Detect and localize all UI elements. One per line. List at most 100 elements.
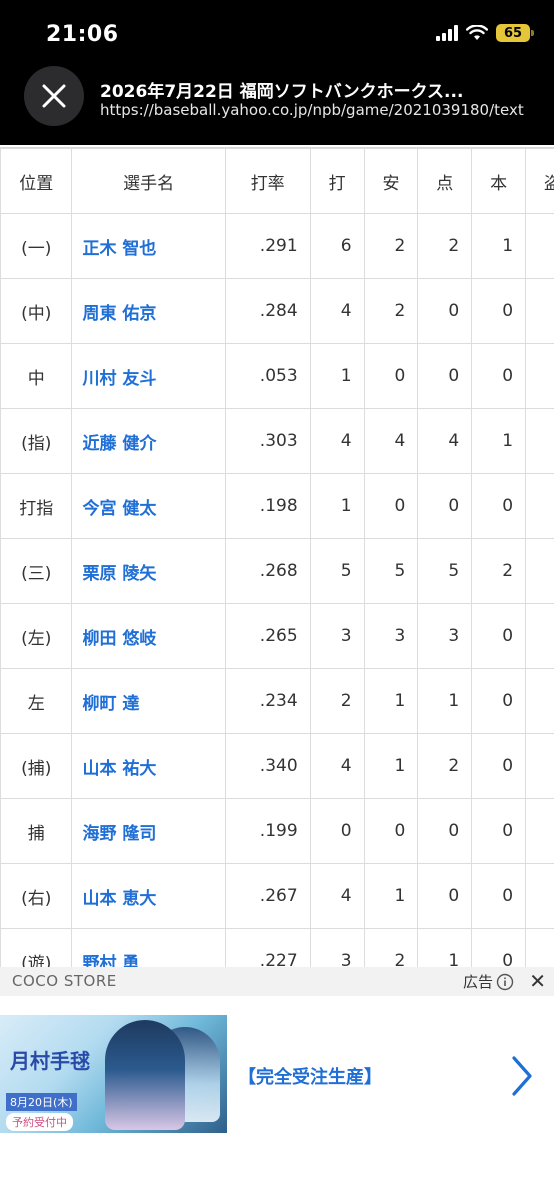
status-icons: 65 <box>436 24 534 42</box>
battery-level: 65 <box>503 25 523 41</box>
player-name-link[interactable]: 近藤 健介 <box>71 408 226 474</box>
player-name-link[interactable]: 正木 智也 <box>71 213 226 279</box>
player-name-link[interactable]: 野村 勇 <box>71 928 226 967</box>
cell-stolen-bases: 0 <box>525 798 554 864</box>
cell-home-runs: 1 <box>471 213 527 279</box>
cell-hits: 2 <box>363 278 419 344</box>
ad-brand: COCO STORE <box>12 972 117 990</box>
ad-image-date: 8月20日(木) <box>6 1093 77 1111</box>
cell-at-bats: 1 <box>309 473 365 539</box>
cell-rbi: 1 <box>417 668 473 734</box>
chevron-right-icon[interactable] <box>510 1054 534 1098</box>
cell-at-bats: 1 <box>309 343 365 409</box>
cell-hits: 5 <box>363 538 419 604</box>
player-name-link[interactable]: 周東 佑京 <box>71 278 226 344</box>
cell-stolen-bases: 0 <box>525 213 554 279</box>
player-name-link[interactable]: 海野 隆司 <box>71 798 226 864</box>
cell-home-runs: 0 <box>471 928 527 967</box>
cell-home-runs: 2 <box>471 538 527 604</box>
table-row: (中)周東 佑京.28442000 <box>0 278 554 344</box>
cell-hits: 0 <box>363 798 419 864</box>
cell-rbi: 2 <box>417 213 473 279</box>
ad-image[interactable]: 月村手毬 8月20日(木) 予約受付中 <box>0 1015 227 1133</box>
cell-batting-average: .199 <box>224 798 311 864</box>
cell-batting-average: .234 <box>224 668 311 734</box>
cell-stolen-bases: 0 <box>525 603 554 669</box>
cell-batting-average: .265 <box>224 603 311 669</box>
header-hits: 安 <box>363 148 419 214</box>
cell-batting-average: .267 <box>224 863 311 929</box>
batting-stats-table-container[interactable]: 位置 選手名 打率 打 安 点 本 盗 (一)正木 智也.29162210(中)… <box>0 147 554 967</box>
cell-stolen-bases: 0 <box>525 538 554 604</box>
header-stolen-bases: 盗 <box>525 148 554 214</box>
table-row: 中川村 友斗.05310000 <box>0 343 554 409</box>
cell-position: 打指 <box>0 473 73 539</box>
cell-stolen-bases: 0 <box>525 863 554 929</box>
cell-batting-average: .198 <box>224 473 311 539</box>
player-name-link[interactable]: 川村 友斗 <box>71 343 226 409</box>
ad-image-title: 月村手毬 <box>10 1049 90 1073</box>
cell-at-bats: 4 <box>309 278 365 344</box>
header-home-runs: 本 <box>471 148 527 214</box>
cell-home-runs: 0 <box>471 603 527 669</box>
wifi-icon <box>466 25 488 40</box>
cell-rbi: 0 <box>417 343 473 409</box>
cell-home-runs: 0 <box>471 798 527 864</box>
cell-at-bats: 3 <box>309 603 365 669</box>
player-name-link[interactable]: 柳田 悠岐 <box>71 603 226 669</box>
ad-banner[interactable]: 月村手毬 8月20日(木) 予約受付中 【完全受注生産】 <box>0 996 554 1200</box>
cell-position: (左) <box>0 603 73 669</box>
cell-at-bats: 2 <box>309 668 365 734</box>
cell-stolen-bases: 0 <box>525 408 554 474</box>
close-icon <box>42 84 66 108</box>
cell-rbi: 5 <box>417 538 473 604</box>
cell-rbi: 1 <box>417 928 473 967</box>
cell-position: (捕) <box>0 733 73 799</box>
player-name-link[interactable]: 山本 恵大 <box>71 863 226 929</box>
header-at-bats: 打 <box>309 148 365 214</box>
ad-label[interactable]: 広告 <box>463 971 514 992</box>
cell-home-runs: 0 <box>471 733 527 799</box>
player-name-link[interactable]: 今宮 健太 <box>71 473 226 539</box>
table-row: (捕)山本 祐大.34041200 <box>0 733 554 799</box>
cell-hits: 3 <box>363 603 419 669</box>
ad-header: COCO STORE 広告 ✕ <box>0 967 554 996</box>
ad-close-icon[interactable]: ✕ <box>529 969 546 993</box>
table-row: (遊)野村 勇.22732100 <box>0 928 554 967</box>
cell-batting-average: .227 <box>224 928 311 967</box>
close-button[interactable] <box>24 66 84 126</box>
cell-rbi: 0 <box>417 473 473 539</box>
cell-position: (右) <box>0 863 73 929</box>
table-row: (三)栗原 陵矢.26855520 <box>0 538 554 604</box>
cell-position: (中) <box>0 278 73 344</box>
cell-home-runs: 0 <box>471 343 527 409</box>
cell-home-runs: 0 <box>471 278 527 344</box>
player-name-link[interactable]: 山本 祐大 <box>71 733 226 799</box>
cell-home-runs: 0 <box>471 473 527 539</box>
player-name-link[interactable]: 栗原 陵矢 <box>71 538 226 604</box>
cell-position: 捕 <box>0 798 73 864</box>
cell-home-runs: 0 <box>471 863 527 929</box>
cell-hits: 1 <box>363 863 419 929</box>
page-url: https://baseball.yahoo.co.jp/npb/game/20… <box>100 101 524 119</box>
ad-text[interactable]: 【完全受注生産】 <box>238 1063 382 1089</box>
table-row: (指)近藤 健介.30344410 <box>0 408 554 474</box>
header-rbi: 点 <box>417 148 473 214</box>
header-player-name: 選手名 <box>71 148 226 214</box>
ad-image-button: 予約受付中 <box>6 1113 73 1131</box>
cell-batting-average: .268 <box>224 538 311 604</box>
cell-stolen-bases: 0 <box>525 668 554 734</box>
cell-hits: 2 <box>363 213 419 279</box>
status-bar: 21:06 65 <box>0 0 554 66</box>
cell-hits: 0 <box>363 473 419 539</box>
cell-at-bats: 6 <box>309 213 365 279</box>
cell-position: (指) <box>0 408 73 474</box>
cell-batting-average: .291 <box>224 213 311 279</box>
table-row: (右)山本 恵大.26741000 <box>0 863 554 929</box>
cell-at-bats: 4 <box>309 408 365 474</box>
table-body: (一)正木 智也.29162210(中)周東 佑京.28442000中川村 友斗… <box>0 213 554 967</box>
cell-home-runs: 1 <box>471 408 527 474</box>
cell-rbi: 0 <box>417 278 473 344</box>
player-name-link[interactable]: 柳町 達 <box>71 668 226 734</box>
cell-position: 中 <box>0 343 73 409</box>
